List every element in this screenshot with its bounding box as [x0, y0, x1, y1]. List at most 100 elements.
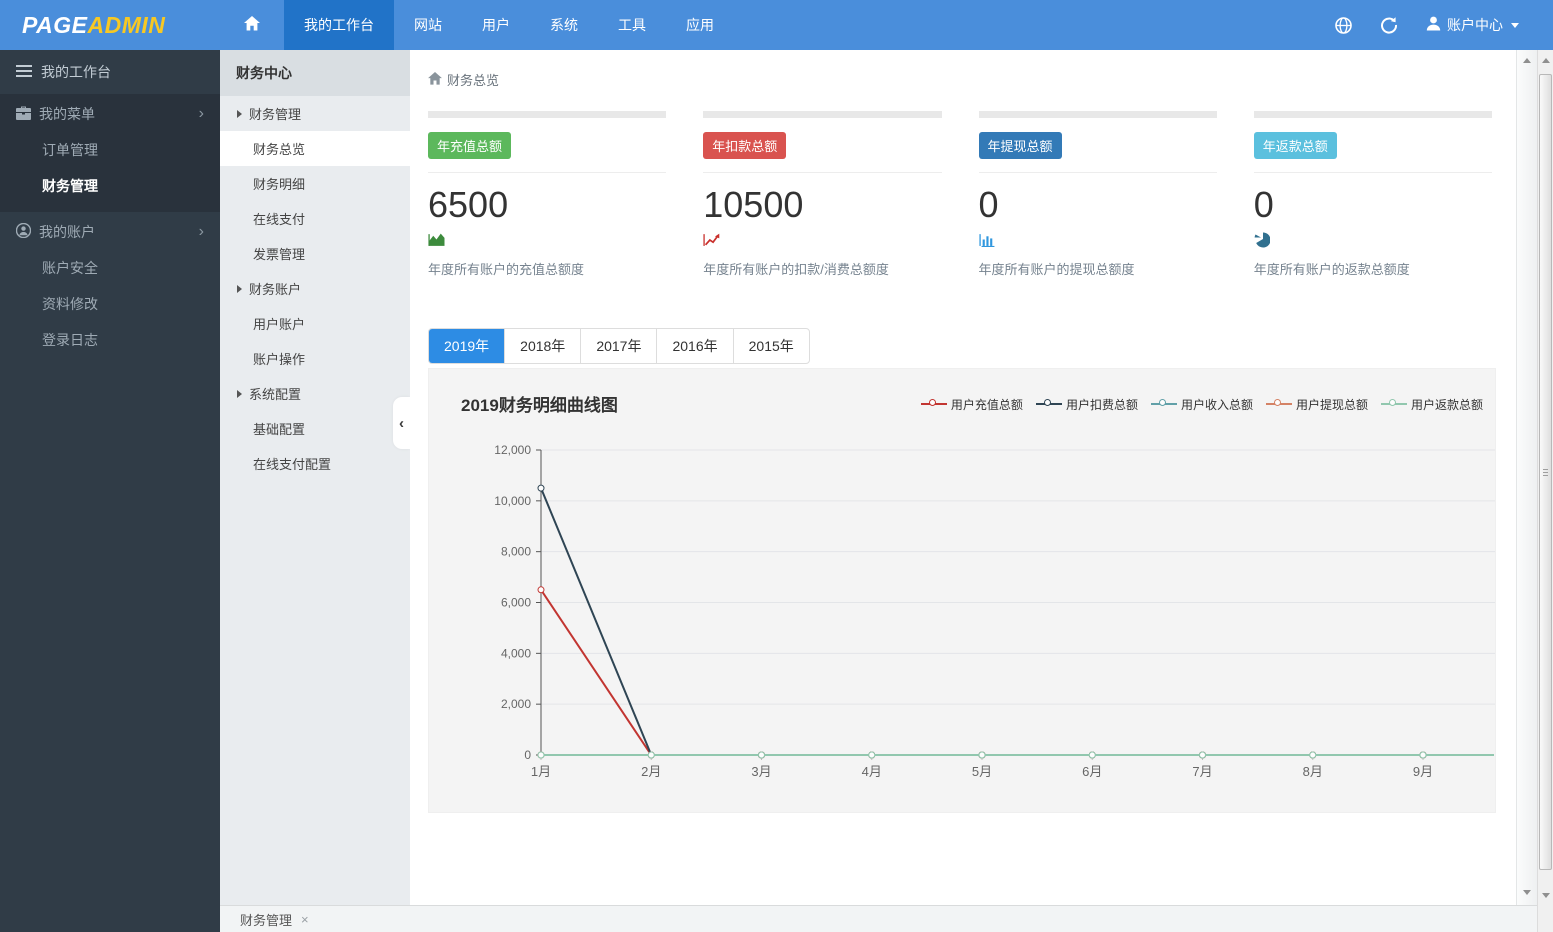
sidebar-group-my-account-header[interactable]: 我的账户 › [0, 214, 220, 250]
globe-icon[interactable] [1335, 16, 1352, 34]
status-badge: 年返款总额 [1253, 132, 1337, 159]
legend-marker [1380, 399, 1407, 409]
svg-text:6月: 6月 [1082, 764, 1102, 779]
triangle-right-icon [237, 389, 242, 398]
svg-text:0: 0 [524, 748, 531, 762]
stat-description: 年度所有账户的充值总额度 [428, 261, 585, 277]
scroll-up-icon[interactable] [1517, 58, 1537, 63]
legend-marker [1150, 399, 1177, 409]
chevron-right-icon: › [198, 223, 204, 240]
account-center-menu[interactable]: 账户中心 [1426, 15, 1519, 35]
stat-card-refund: 年返款总额 0 年度所有账户的返款总额度 [1253, 111, 1492, 278]
nav-home-button[interactable] [220, 0, 284, 50]
stat-description: 年度所有账户的返款总额度 [1253, 261, 1410, 277]
bottom-tab-label: 财务管理 [240, 912, 293, 928]
home-breadcrumb-icon [428, 71, 442, 88]
nav-item-users[interactable]: 用户 [462, 0, 530, 50]
sidebar-item-account-security[interactable]: 账户安全 [0, 250, 220, 286]
sidebar-header-workbench[interactable]: 我的工作台 [0, 50, 220, 94]
legend-item-refund[interactable]: 用户返款总额 [1380, 396, 1483, 413]
scroll-down-icon[interactable] [1517, 890, 1537, 895]
stat-value: 10500 [703, 184, 804, 225]
submenu-item-finance-details[interactable]: 财务明细 [220, 166, 410, 201]
nav-item-apps[interactable]: 应用 [666, 0, 734, 50]
scrollbar-thumb[interactable] [1539, 74, 1552, 870]
stat-cards: 年充值总额 6500 年度所有账户的充值总额度 年扣款总额 10500 年度所有… [428, 111, 1492, 278]
submenu-item-user-account[interactable]: 用户账户 [220, 306, 410, 341]
chart-legend: 用户充值总额 用户扣费总额 用户收入总额 用户提现总额 用户返款总额 [920, 396, 1483, 413]
window-scrollbar[interactable] [1537, 50, 1553, 932]
svg-text:3月: 3月 [751, 764, 771, 779]
sidebar-item-finance-management[interactable]: 财务管理 [0, 168, 220, 204]
sidebar-collapse-handle[interactable]: ‹ [393, 397, 410, 449]
tab-2017[interactable]: 2017年 [580, 328, 656, 363]
user-icon [1426, 16, 1441, 34]
main-content: 财务总览 年充值总额 6500 年度所有账户的充值总额度 年扣款总额 10500… [410, 50, 1516, 905]
chart-title: 2019财务明细曲线图 [461, 395, 618, 415]
svg-text:7月: 7月 [1192, 764, 1212, 779]
nav-item-system[interactable]: 系统 [530, 0, 598, 50]
tab-2019[interactable]: 2019年 [429, 328, 505, 363]
sidebar-item-order-management[interactable]: 订单管理 [0, 132, 220, 168]
open-tabs-bar: 财务管理 × [220, 905, 1537, 932]
legend-item-recharge[interactable]: 用户充值总额 [920, 396, 1023, 413]
person-icon [15, 222, 32, 241]
svg-text:10,000: 10,000 [494, 493, 531, 507]
tab-2016[interactable]: 2016年 [656, 328, 732, 363]
stat-description: 年度所有账户的扣款/消费总额度 [703, 261, 889, 277]
submenu-item-account-operations[interactable]: 账户操作 [220, 341, 410, 376]
chevron-down-icon [1511, 22, 1519, 28]
nav-item-workbench[interactable]: 我的工作台 [284, 0, 394, 50]
sidebar-item-profile-edit[interactable]: 资料修改 [0, 286, 220, 322]
stat-card-recharge: 年充值总额 6500 年度所有账户的充值总额度 [428, 111, 667, 278]
logo-text-page: PAGE [22, 11, 88, 38]
top-navigation-bar: PAGE ADMIN 我的工作台 网站 用户 系统 工具 应用 账户中心 [0, 0, 1553, 50]
sidebar-item-login-log[interactable]: 登录日志 [0, 322, 220, 358]
card-top-divider [703, 111, 942, 118]
stat-value: 0 [978, 184, 999, 225]
svg-text:9月: 9月 [1413, 764, 1433, 779]
sidebar-header-label: 我的工作台 [41, 64, 111, 80]
svg-text:6,000: 6,000 [501, 595, 531, 609]
sidebar-group-my-account: 我的账户 › 账户安全 资料修改 登录日志 [0, 212, 220, 366]
legend-item-deduction[interactable]: 用户扣费总额 [1035, 396, 1138, 413]
logo-text-admin: ADMIN [87, 11, 166, 38]
account-center-label: 账户中心 [1447, 17, 1503, 33]
stat-value: 6500 [428, 184, 509, 225]
card-top-divider [1253, 111, 1492, 118]
submenu-section-system-config[interactable]: 系统配置 [220, 376, 410, 411]
refresh-icon[interactable] [1380, 16, 1398, 34]
chevron-right-icon: › [198, 105, 204, 122]
submenu-item-invoice-management[interactable]: 发票管理 [220, 236, 410, 271]
submenu-item-basic-config[interactable]: 基础配置 [220, 411, 410, 446]
legend-item-withdrawal[interactable]: 用户提现总额 [1265, 396, 1368, 413]
nav-item-website[interactable]: 网站 [394, 0, 462, 50]
close-icon[interactable]: × [301, 912, 309, 927]
stat-card-withdrawal: 年提现总额 0 年度所有账户的提现总额度 [978, 111, 1217, 278]
svg-text:2,000: 2,000 [501, 697, 531, 711]
app-logo: PAGE ADMIN [0, 0, 220, 50]
svg-text:12,000: 12,000 [494, 443, 531, 457]
scroll-down-icon[interactable] [1538, 893, 1553, 898]
submenu-section-finance-account[interactable]: 财务账户 [220, 271, 410, 306]
sidebar-group-my-menu-header[interactable]: 我的菜单 › [0, 96, 220, 132]
stat-value: 0 [1253, 184, 1274, 225]
stat-card-deduction: 年扣款总额 10500 年度所有账户的扣款/消费总额度 [703, 111, 942, 278]
submenu-item-online-payment-config[interactable]: 在线支付配置 [220, 446, 410, 481]
submenu-item-finance-overview[interactable]: 财务总览 [220, 131, 410, 166]
content-scrollbar[interactable] [1516, 50, 1537, 905]
scroll-up-icon[interactable] [1538, 58, 1553, 63]
submenu-item-online-payment[interactable]: 在线支付 [220, 201, 410, 236]
nav-item-tools[interactable]: 工具 [598, 0, 666, 50]
sidebar-group-label: 我的账户 [39, 224, 95, 240]
bottom-tab-finance-management[interactable]: 财务管理 × [232, 910, 317, 929]
chevron-left-icon: ‹ [399, 414, 404, 432]
top-nav-menu: 我的工作台 网站 用户 系统 工具 应用 [220, 0, 734, 50]
submenu-section-finance-management[interactable]: 财务管理 [220, 96, 410, 131]
tab-2015[interactable]: 2015年 [732, 328, 809, 363]
year-tabs: 2019年 2018年 2017年 2016年 2015年 [428, 327, 810, 364]
hamburger-menu-icon [16, 64, 32, 80]
tab-2018[interactable]: 2018年 [504, 328, 580, 363]
svg-text:8,000: 8,000 [501, 544, 531, 558]
legend-item-income[interactable]: 用户收入总额 [1150, 396, 1253, 413]
